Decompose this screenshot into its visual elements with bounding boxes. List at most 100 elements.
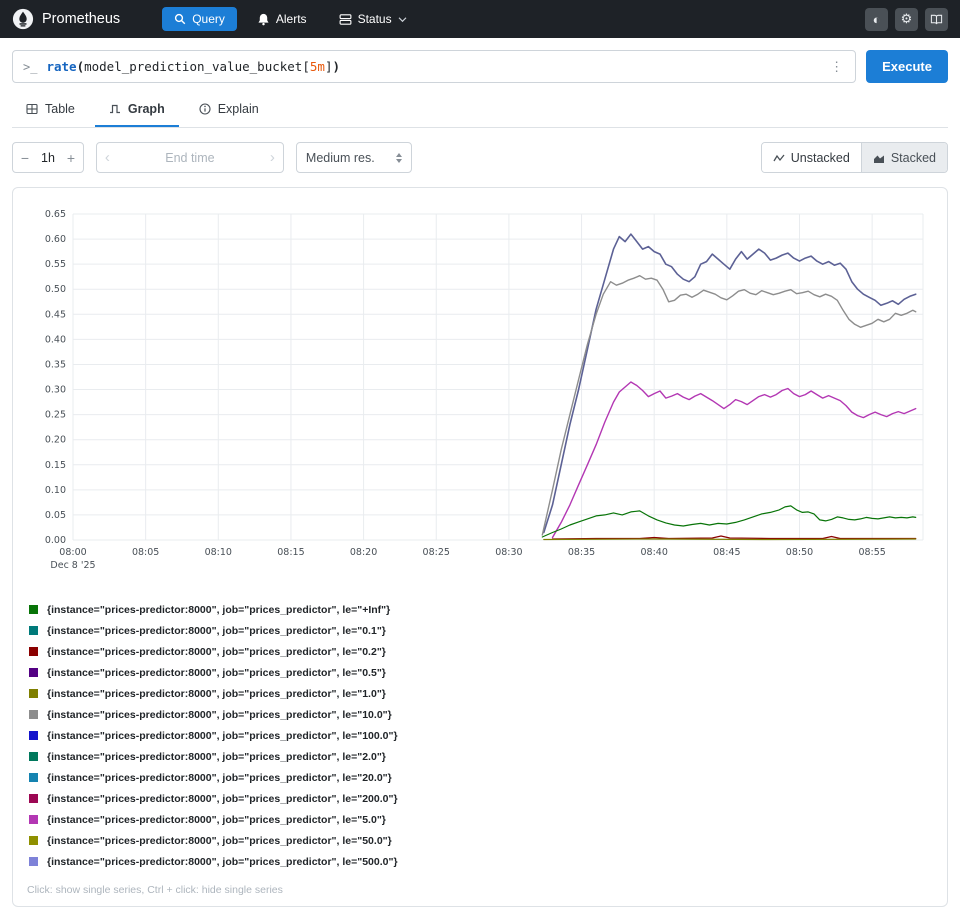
- graph-icon: [109, 103, 121, 115]
- settings-button[interactable]: ⚙: [895, 8, 918, 31]
- svg-text:08:50: 08:50: [786, 547, 813, 558]
- result-tabs: Table Graph Explain: [12, 93, 948, 128]
- unstacked-button[interactable]: Unstacked: [762, 143, 861, 172]
- prompt-icon: >_: [23, 60, 37, 74]
- token-metric: model_prediction_value_bucket: [84, 59, 302, 74]
- nav-alerts-label: Alerts: [276, 12, 307, 26]
- token-paren-open: (: [77, 59, 85, 74]
- line-chart-icon: [773, 152, 785, 164]
- query-options-icon[interactable]: ⋮: [828, 59, 845, 75]
- chevron-down-icon: [398, 16, 407, 23]
- token-duration: 5m: [310, 59, 325, 74]
- book-icon: [930, 13, 943, 26]
- legend-swatch-icon: [29, 731, 38, 740]
- nav-query-button[interactable]: Query: [162, 7, 237, 31]
- svg-text:0.60: 0.60: [45, 234, 66, 245]
- svg-text:0.55: 0.55: [45, 259, 66, 270]
- duration-stepper: − 1h +: [12, 142, 84, 173]
- legend-item[interactable]: {instance="prices-predictor:8000", job="…: [27, 620, 933, 641]
- tab-table[interactable]: Table: [12, 93, 89, 127]
- svg-text:08:45: 08:45: [713, 547, 740, 558]
- prev-time-button[interactable]: ‹: [105, 149, 110, 166]
- nav-alerts-item[interactable]: Alerts: [245, 7, 319, 31]
- graph-controls: − 1h + ‹ End time › Medium res. Unstacke…: [12, 142, 948, 173]
- end-time-control: ‹ End time ›: [96, 142, 284, 173]
- svg-text:08:35: 08:35: [568, 547, 595, 558]
- duration-decrease-button[interactable]: −: [13, 150, 37, 166]
- legend-label: {instance="prices-predictor:8000", job="…: [47, 730, 398, 742]
- legend-label: {instance="prices-predictor:8000", job="…: [47, 709, 392, 721]
- legend-item[interactable]: {instance="prices-predictor:8000", job="…: [27, 767, 933, 788]
- query-expression: rate(model_prediction_value_bucket[5m]): [46, 59, 340, 74]
- legend-swatch-icon: [29, 794, 38, 803]
- legend-swatch-icon: [29, 689, 38, 698]
- legend-swatch-icon: [29, 857, 38, 866]
- legend-item[interactable]: {instance="prices-predictor:8000", job="…: [27, 662, 933, 683]
- legend-swatch-icon: [29, 626, 38, 635]
- legend-label: {instance="prices-predictor:8000", job="…: [47, 793, 398, 805]
- legend-swatch-icon: [29, 773, 38, 782]
- legend-swatch-icon: [29, 710, 38, 719]
- svg-text:0.50: 0.50: [45, 284, 66, 295]
- legend-swatch-icon: [29, 605, 38, 614]
- svg-text:0.65: 0.65: [45, 209, 66, 220]
- search-icon: [174, 13, 186, 25]
- legend-label: {instance="prices-predictor:8000", job="…: [47, 604, 390, 616]
- legend-item[interactable]: {instance="prices-predictor:8000", job="…: [27, 809, 933, 830]
- resolution-value: Medium res.: [306, 151, 375, 165]
- legend-swatch-icon: [29, 647, 38, 656]
- legend-item[interactable]: {instance="prices-predictor:8000", job="…: [27, 851, 933, 872]
- navbar: Prometheus Query Alerts Status ◐ ⚙: [0, 0, 960, 38]
- svg-text:0.15: 0.15: [45, 460, 66, 471]
- svg-text:08:20: 08:20: [350, 547, 377, 558]
- tab-graph[interactable]: Graph: [95, 93, 179, 127]
- nav-query-label: Query: [192, 12, 225, 26]
- tab-explain-label: Explain: [218, 102, 259, 116]
- stacked-button[interactable]: Stacked: [861, 143, 947, 172]
- svg-text:08:55: 08:55: [858, 547, 885, 558]
- svg-text:0.45: 0.45: [45, 309, 66, 320]
- legend-swatch-icon: [29, 668, 38, 677]
- legend-label: {instance="prices-predictor:8000", job="…: [47, 835, 392, 847]
- token-function: rate: [46, 59, 76, 74]
- legend-item[interactable]: {instance="prices-predictor:8000", job="…: [27, 746, 933, 767]
- tab-explain[interactable]: Explain: [185, 93, 273, 127]
- legend-item[interactable]: {instance="prices-predictor:8000", job="…: [27, 599, 933, 620]
- svg-text:0.35: 0.35: [45, 359, 66, 370]
- svg-text:08:05: 08:05: [132, 547, 159, 558]
- legend-label: {instance="prices-predictor:8000", job="…: [47, 688, 386, 700]
- graph-chart[interactable]: 08:0008:0508:1008:1508:2008:2508:3008:35…: [27, 202, 929, 580]
- query-input[interactable]: >_ rate(model_prediction_value_bucket[5m…: [12, 50, 856, 83]
- svg-text:0.20: 0.20: [45, 435, 66, 446]
- legend-item[interactable]: {instance="prices-predictor:8000", job="…: [27, 788, 933, 809]
- area-chart-icon: [873, 152, 885, 164]
- contrast-icon: ◐: [873, 12, 881, 27]
- resolution-select[interactable]: Medium res.: [296, 142, 412, 173]
- graph-panel: 08:0008:0508:1008:1508:2008:2508:3008:35…: [12, 187, 948, 907]
- svg-text:0.10: 0.10: [45, 485, 66, 496]
- nav-status-item[interactable]: Status: [327, 7, 419, 31]
- execute-button[interactable]: Execute: [866, 50, 948, 83]
- duration-value[interactable]: 1h: [37, 151, 59, 165]
- legend-item[interactable]: {instance="prices-predictor:8000", job="…: [27, 683, 933, 704]
- legend-item[interactable]: {instance="prices-predictor:8000", job="…: [27, 830, 933, 851]
- tab-graph-label: Graph: [128, 102, 165, 116]
- stacked-label: Stacked: [891, 151, 936, 165]
- duration-increase-button[interactable]: +: [59, 150, 83, 166]
- docs-button[interactable]: [925, 8, 948, 31]
- legend-item[interactable]: {instance="prices-predictor:8000", job="…: [27, 704, 933, 725]
- token-paren-close: ): [332, 59, 340, 74]
- legend-item[interactable]: {instance="prices-predictor:8000", job="…: [27, 725, 933, 746]
- bell-icon: [257, 13, 270, 26]
- end-time-input[interactable]: End time: [165, 151, 214, 165]
- legend-label: {instance="prices-predictor:8000", job="…: [47, 646, 386, 658]
- unstacked-label: Unstacked: [791, 151, 850, 165]
- svg-text:08:40: 08:40: [641, 547, 668, 558]
- brand[interactable]: Prometheus: [12, 8, 120, 30]
- next-time-button[interactable]: ›: [270, 149, 275, 166]
- brand-title: Prometheus: [42, 11, 120, 27]
- legend-swatch-icon: [29, 815, 38, 824]
- select-chevrons-icon: [396, 153, 402, 163]
- theme-toggle-button[interactable]: ◐: [865, 8, 888, 31]
- legend-item[interactable]: {instance="prices-predictor:8000", job="…: [27, 641, 933, 662]
